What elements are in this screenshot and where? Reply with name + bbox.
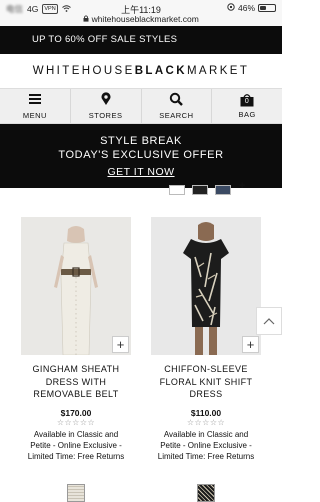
- availability-line-3: Limited Time: Free Returns: [157, 451, 255, 461]
- lock-icon: [83, 14, 91, 24]
- battery-percent: 46%: [237, 3, 255, 13]
- product-name[interactable]: CHIFFON-SLEEVE FLORAL KNIT SHIFT DRESS: [151, 363, 261, 401]
- nav-search-label: SEARCH: [159, 111, 194, 120]
- product-card[interactable]: + GINGHAM SHEATH DRESS WITH REMOVABLE BE…: [21, 217, 131, 462]
- product-price: $170.00: [60, 407, 92, 418]
- bag-count: 0: [244, 98, 250, 105]
- add-to-bag-button[interactable]: +: [112, 336, 129, 353]
- orientation-lock-icon: [227, 3, 235, 13]
- menu-icon: [28, 92, 42, 108]
- main-nav: MENU STORES SEARCH 0 BAG: [0, 88, 282, 124]
- product-name-line-3: REMOVABLE BELT: [33, 389, 119, 399]
- product-card[interactable]: + CHIFFON-SLEEVE FLORAL KNIT SHIFT DRESS…: [151, 217, 261, 462]
- product-price: $110.00: [190, 407, 222, 418]
- swatch-white[interactable]: [169, 185, 185, 195]
- logo-market: MARKET: [186, 65, 250, 77]
- hero-line-1: STYLE BREAK: [100, 135, 182, 147]
- bag-icon: 0: [239, 93, 255, 107]
- availability-line-2: Petite - Online Exclusive -: [30, 440, 122, 450]
- nav-stores-label: STORES: [88, 111, 123, 120]
- product-name-line-1: CHIFFON-SLEEVE: [164, 364, 248, 374]
- nav-menu-label: MENU: [22, 111, 47, 120]
- add-to-bag-button[interactable]: +: [242, 336, 259, 353]
- availability-line-1: Available in Classic and: [33, 429, 119, 439]
- logo-house: HOUSE: [81, 65, 135, 77]
- product-name-line-1: GINGHAM SHEATH: [32, 364, 120, 374]
- nav-bag[interactable]: 0 BAG: [212, 89, 282, 123]
- url-text: whitehouseblackmarket.com: [91, 14, 199, 24]
- search-icon: [169, 92, 184, 108]
- battery-icon: [258, 4, 276, 12]
- nav-stores[interactable]: STORES: [71, 89, 142, 123]
- availability-line-1: Available in Classic and: [163, 429, 249, 439]
- product-name-line-2: DRESS WITH: [45, 376, 107, 387]
- status-right: 46%: [227, 3, 276, 13]
- status-bar: 电信 4G VPN 上午11:19 46% whitehouseblackmar…: [0, 0, 282, 26]
- nav-search[interactable]: SEARCH: [142, 89, 213, 123]
- hero-line-2: TODAY'S EXCLUSIVE OFFER: [58, 149, 224, 161]
- promo-text: UP TO 60% OFF SALE STYLES: [32, 34, 178, 45]
- logo-black: BLACK: [134, 65, 187, 77]
- swatch-navy[interactable]: [215, 185, 231, 195]
- star-rating: ☆☆☆☆☆: [56, 417, 96, 427]
- product-name[interactable]: GINGHAM SHEATH DRESS WITH REMOVABLE BELT: [21, 363, 131, 401]
- product-name-line-3: DRESS: [189, 389, 223, 399]
- chevron-up-icon: [263, 312, 275, 330]
- product-image[interactable]: +: [21, 217, 131, 355]
- star-rating: ☆☆☆☆☆: [186, 417, 226, 427]
- logo-white: WHITE: [32, 65, 82, 77]
- more-swatches[interactable]: +: [239, 180, 245, 192]
- product-grid: + GINGHAM SHEATH DRESS WITH REMOVABLE BE…: [0, 202, 282, 472]
- swatch-thumbnail[interactable]: [67, 484, 85, 502]
- swatch-black[interactable]: [192, 185, 208, 195]
- get-it-now-link[interactable]: GET IT NOW: [107, 165, 174, 179]
- promo-banner[interactable]: UP TO 60% OFF SALE STYLES: [0, 26, 282, 54]
- address-bar[interactable]: whitehouseblackmarket.com: [0, 14, 282, 24]
- location-pin-icon: [99, 92, 113, 108]
- nav-menu[interactable]: MENU: [0, 89, 71, 123]
- product-image[interactable]: +: [151, 217, 261, 355]
- product-name-line-2: FLORAL KNIT SHIFT: [159, 376, 253, 387]
- site-logo[interactable]: WHITE HOUSE BLACK MARKET: [0, 54, 282, 88]
- scroll-to-top-button[interactable]: [256, 307, 282, 335]
- availability-text: Available in Classic and Petite - Online…: [21, 429, 131, 462]
- availability-line-3: Limited Time: Free Returns: [27, 451, 125, 461]
- availability-line-2: Petite - Online Exclusive -: [160, 440, 252, 450]
- availability-text: Available in Classic and Petite - Online…: [151, 429, 261, 462]
- swatch-thumbnail[interactable]: [197, 484, 215, 502]
- exclusive-offer-banner: STYLE BREAK TODAY'S EXCLUSIVE OFFER GET …: [0, 124, 282, 188]
- color-swatches: +: [0, 180, 282, 202]
- nav-bag-label: BAG: [238, 110, 256, 119]
